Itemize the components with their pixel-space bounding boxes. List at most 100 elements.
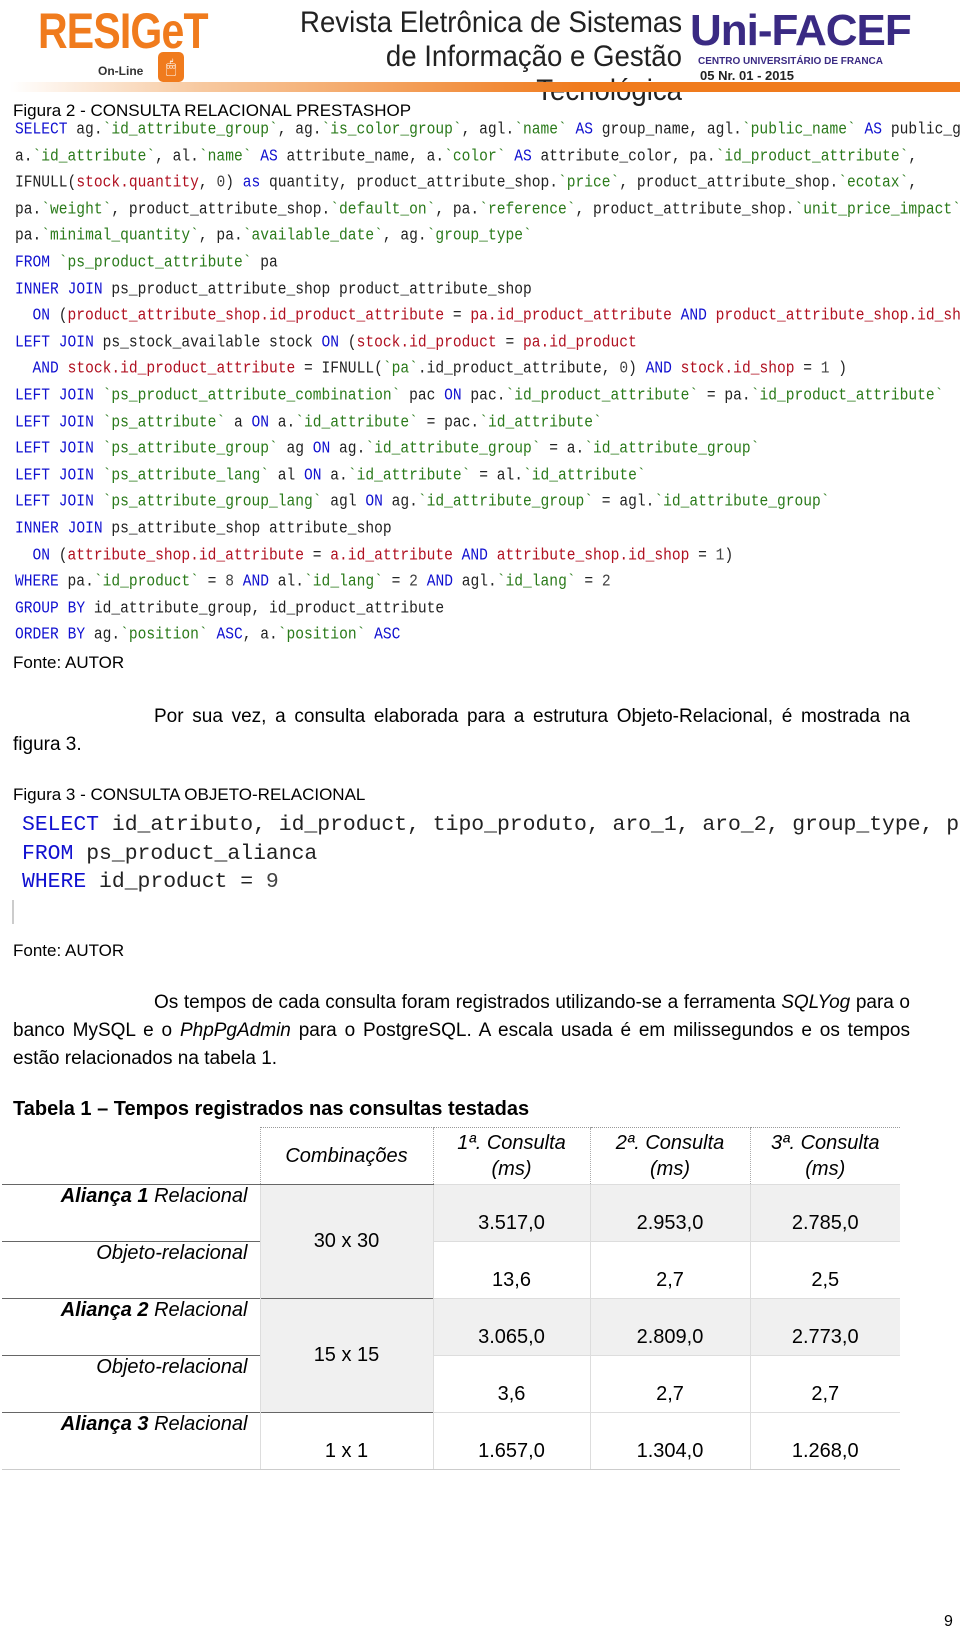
group-label: Aliança 2 (60, 1299, 149, 1321)
code-token: attribute_shop.id_attribute (67, 546, 305, 565)
code-line: pa.`minimal_quantity`, pa.`available_dat… (15, 227, 532, 246)
code-token: `id_product_attribute` (715, 147, 909, 166)
code-token: `price` (558, 174, 620, 193)
code-token: `position` (120, 626, 208, 645)
figure3-caption: Figura 3 - CONSULTA OBJETO-RELACIONAL (13, 785, 366, 804)
table-row: Objeto-relacional 13,6 2,7 2,5 (2, 1241, 900, 1299)
table-row: Aliança 1 Relacional 30 x 30 3.517,0 2.953,… (2, 1184, 900, 1299)
code-token: ON (312, 440, 331, 459)
code-token: `id_attribute_group` (417, 493, 594, 512)
row-label: Aliança 1 Relacional (2, 1184, 260, 1242)
code-token: pa.id_product_attribute (470, 307, 672, 326)
table-header-row: Combinações 1ª. Consulta (ms) 2ª. Consult… (2, 1127, 900, 1185)
header-unit: (ms) (805, 1158, 846, 1180)
table-row: Aliança 2 Relacional 15 x 15 3.065,0 2.809,… (2, 1298, 900, 1413)
value-cell: 2.773,0 (749, 1298, 900, 1356)
value-cell: 3.065,0 (432, 1298, 590, 1356)
code-line: ORDER BY ag.`position` ASC, a.`position`… (15, 626, 401, 645)
code-token: `color` (444, 147, 506, 166)
code-token: JOIN (58, 466, 94, 486)
code-token: JOIN (58, 413, 94, 432)
code-token: `id_attribute` (32, 147, 156, 166)
code-line: WHERE id_product = 9 (22, 870, 279, 894)
value-cell: 2,7 (589, 1241, 750, 1299)
code-token: INNER (15, 520, 59, 539)
code-token: AND (426, 573, 453, 592)
text: Os tempos de cada consulta foram registr… (154, 992, 782, 1013)
code-token: `id_attribute` (347, 466, 471, 486)
code-token: WHERE (22, 870, 87, 894)
code-token: ON (321, 333, 340, 353)
code-token: LEFT (15, 466, 51, 486)
table-title: Tabela 1 – Tempos registrados nas consul… (13, 1098, 530, 1120)
column-header: 3ª. Consulta (ms) (749, 1127, 900, 1185)
value-cell: 2,7 (749, 1355, 900, 1413)
code-token: LEFT (15, 387, 51, 406)
code-token: JOIN (58, 387, 94, 406)
code-token: a.id_attribute (330, 546, 453, 565)
paragraph-1: Por sua vez, a consulta elaborada para a… (13, 706, 910, 755)
figure3-source: Fonte: AUTOR (13, 941, 125, 960)
code-token: `reference` (479, 200, 576, 220)
code-token: ON (32, 546, 51, 565)
code-token: LEFT (15, 333, 51, 353)
code-token: stock.id_product (356, 333, 497, 353)
code-line: LEFT JOIN `ps_product_attribute_combinat… (15, 387, 944, 406)
row-label: Objeto-relacional (2, 1355, 260, 1413)
code-line: LEFT JOIN `ps_attribute_group` ag ON ag.… (15, 440, 760, 459)
type-label: Relacional (154, 1185, 248, 1207)
code-token: `id_attribute` (479, 413, 602, 432)
code-token: `ps_product_attribute` (58, 254, 252, 273)
code-token: 9 (265, 870, 279, 894)
code-line: ON (product_attribute_shop.id_product_at… (15, 307, 960, 325)
table-row: Aliança 3 Relacional 1 x 1 1.657,0 1.304,0 1… (2, 1412, 900, 1470)
code-token: `id_attribute_group` (102, 121, 278, 140)
code-token: `id_lang` (496, 573, 576, 592)
code-token: as (242, 174, 261, 193)
code-line: AND stock.id_product_attribute = IFNULL(… (32, 360, 848, 379)
code-token: `ps_attribute_group_lang` (102, 493, 322, 512)
combination-cell: 15 x 15 (259, 1298, 433, 1413)
header-unit: (ms) (491, 1158, 532, 1180)
code-token: `available_date` (242, 227, 383, 246)
institution-logo: Uni-FACEF (690, 6, 912, 55)
code-token: `ps_attribute_lang` (102, 466, 269, 486)
code-token: `id_attribute` (295, 413, 418, 432)
code-token: AS (260, 147, 278, 166)
code-token: `weight` (41, 200, 112, 220)
code-token: `name` (198, 147, 252, 166)
code-token: WHERE (15, 573, 59, 592)
code-token: LEFT (15, 440, 51, 459)
code-token: `name` (514, 121, 567, 140)
code-token: `id_attribute` (522, 466, 646, 486)
page-number: 9 (944, 1613, 953, 1630)
value-cell: 2.809,0 (589, 1298, 750, 1356)
code-token: 1 (715, 546, 725, 565)
code-token: AND (32, 360, 59, 379)
code-token: AND (680, 307, 707, 326)
code-line: a.`id_attribute`, al.`name` AS attribute… (15, 147, 918, 166)
code-token: LEFT (15, 413, 51, 432)
code-token: JOIN (58, 493, 94, 512)
code-token: FROM (15, 254, 51, 273)
code-token: LEFT (15, 493, 51, 512)
resiget-logo: RESIGeT (38, 3, 209, 59)
value-cell: 1.304,0 (589, 1412, 750, 1470)
code-line: LEFT JOIN `ps_attribute_lang` al ON a.`i… (15, 466, 646, 486)
code-token: AS (575, 121, 594, 140)
value-cell: 1.268,0 (749, 1412, 900, 1470)
combination-cell: 30 x 30 (259, 1184, 433, 1299)
code-token: ON (32, 307, 51, 326)
code-token: `ps_product_attribute_combination` (102, 387, 401, 406)
value-cell: 1.657,0 (432, 1412, 590, 1470)
code-token: `id_lang` (304, 573, 383, 592)
type-label: Objeto-relacional (96, 1356, 248, 1378)
code-token: JOIN (58, 440, 94, 459)
group-label: Aliança 1 (60, 1185, 149, 1207)
code-token: `group_type` (426, 227, 532, 246)
code-line: IFNULL(stock.quantity, 0) as quantity, p… (15, 174, 918, 193)
code-token: JOIN (58, 333, 94, 353)
code-token: `is_color_group` (321, 121, 462, 140)
code-token: AS (514, 147, 532, 166)
row-label: Aliança 3 Relacional (2, 1412, 260, 1470)
